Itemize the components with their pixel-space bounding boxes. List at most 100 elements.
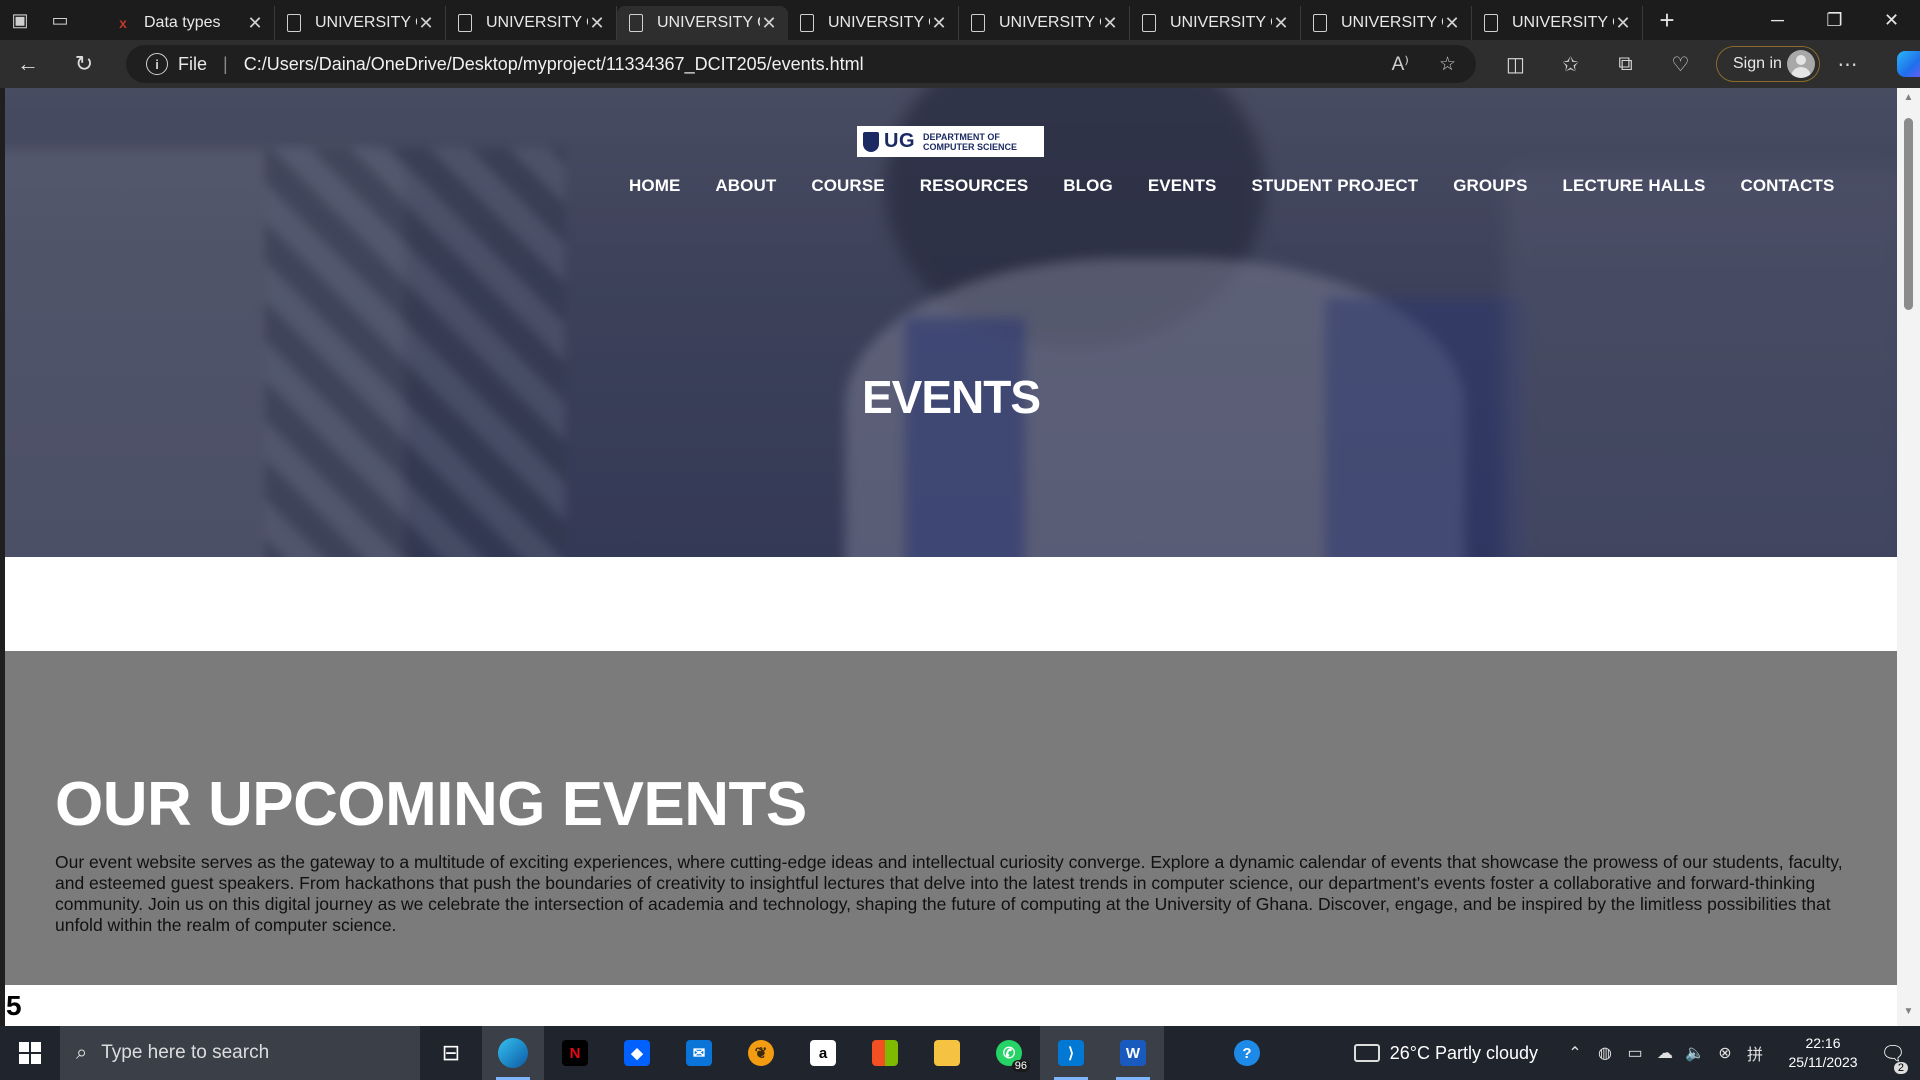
scroll-thumb[interactable]: [1904, 118, 1913, 310]
edge-icon[interactable]: [482, 1026, 544, 1080]
close-tab-icon[interactable]: ✕: [930, 13, 948, 34]
weather-widget[interactable]: 26°C Partly cloudy: [1353, 1043, 1538, 1064]
tab-list: xData types✕UNIVERSITY OF✕UNIVERSITY OF✕…: [104, 0, 1643, 40]
nav-link-student-project[interactable]: STUDENT PROJECT: [1251, 176, 1418, 196]
read-aloud-icon[interactable]: A⁾: [1392, 53, 1409, 76]
hero-title: EVENTS: [861, 371, 1041, 423]
document-icon: [1140, 13, 1158, 33]
browser-tab[interactable]: UNIVERSITY OF✕: [1301, 6, 1472, 40]
scroll-up-icon[interactable]: ▲: [1897, 92, 1920, 110]
browser-tab[interactable]: UNIVERSITY OF✕: [1472, 6, 1643, 40]
collections-icon[interactable]: ⧉: [1598, 53, 1653, 76]
nav-link-events[interactable]: EVENTS: [1148, 176, 1217, 196]
whatsapp-badge: 96: [1011, 1060, 1030, 1072]
logo-line-2: COMPUTER SCIENCE: [923, 141, 1018, 152]
hero-overlay: [5, 88, 1897, 557]
copilot-icon[interactable]: [1897, 51, 1920, 77]
nav-link-lecture-halls[interactable]: LECTURE HALLS: [1563, 176, 1706, 196]
minimize-button[interactable]: ─: [1749, 0, 1806, 40]
notification-center-icon[interactable]: 🗨 2: [1866, 1041, 1920, 1074]
close-circle-icon[interactable]: ⊗: [1710, 1043, 1740, 1063]
nav-link-contacts[interactable]: CONTACTS: [1740, 176, 1834, 196]
avatar-icon: [1787, 50, 1815, 78]
nav-link-resources[interactable]: RESOURCES: [920, 176, 1029, 196]
vscode-icon[interactable]: ⟩: [1040, 1026, 1102, 1080]
split-screen-icon[interactable]: ◫: [1488, 52, 1543, 77]
microsoft-store-icon[interactable]: [854, 1026, 916, 1080]
file-explorer-icon[interactable]: [916, 1026, 978, 1080]
help-icon[interactable]: ?: [1216, 1026, 1278, 1080]
new-tab-button[interactable]: +: [1647, 0, 1687, 40]
fl-studio-icon[interactable]: ❦: [730, 1026, 792, 1080]
document-icon: [969, 13, 987, 33]
tab-title: UNIVERSITY OF: [1341, 14, 1443, 31]
document-icon: [285, 13, 303, 33]
browser-tab[interactable]: UNIVERSITY OF✕: [275, 6, 446, 40]
main-navigation: HOME ABOUT COURSE RESOURCES BLOG EVENTS STUDEN…: [629, 176, 1834, 196]
close-tab-icon[interactable]: ✕: [1272, 13, 1290, 34]
browser-toolbar: ← ↻ i File | C:/Users/Daina/OneDrive/Des…: [0, 40, 1920, 88]
w3schools-icon: x: [119, 15, 127, 31]
nav-link-course[interactable]: COURSE: [811, 176, 884, 196]
nav-link-home[interactable]: HOME: [629, 176, 680, 196]
close-tab-icon[interactable]: ✕: [246, 13, 264, 34]
clock[interactable]: 22:16 25/11/2023: [1780, 1034, 1866, 1072]
task-view-icon[interactable]: ⊟: [420, 1026, 482, 1080]
close-tab-icon[interactable]: ✕: [1101, 13, 1119, 34]
browser-tab[interactable]: UNIVERSITY OF✕: [788, 6, 959, 40]
tab-title: UNIVERSITY OF: [999, 14, 1101, 31]
word-icon[interactable]: W: [1102, 1026, 1164, 1080]
tab-actions-icon[interactable]: ▭: [40, 0, 80, 40]
nav-link-about[interactable]: ABOUT: [715, 176, 776, 196]
page-scrollbar[interactable]: ▲ ▼: [1897, 88, 1920, 1026]
taskbar-search[interactable]: ⌕ Type here to search: [60, 1026, 420, 1080]
clock-date: 25/11/2023: [1788, 1054, 1858, 1070]
network-icon[interactable]: ☁: [1650, 1043, 1680, 1063]
close-tab-icon[interactable]: ✕: [588, 13, 606, 34]
mail-icon[interactable]: ✉: [668, 1026, 730, 1080]
web-page: UG DEPARTMENT OF COMPUTER SCIENCE HOME AB…: [5, 88, 1897, 1026]
restore-button[interactable]: ❐: [1806, 0, 1863, 40]
logo-line-1: DEPARTMENT OF: [923, 131, 1000, 142]
browser-tab[interactable]: UNIVERSITY OF✕: [1130, 6, 1301, 40]
more-options-icon[interactable]: ⋯: [1820, 52, 1875, 77]
browser-tab[interactable]: UNIVERSITY OF✕: [446, 6, 617, 40]
close-tab-icon[interactable]: ✕: [1614, 13, 1632, 34]
tab-title: UNIVERSITY OF: [657, 14, 760, 31]
back-button[interactable]: ←: [0, 44, 56, 84]
sign-in-button[interactable]: Sign in: [1716, 46, 1820, 82]
news-weather-icon: [1353, 1044, 1380, 1062]
logo-text: DEPARTMENT OF COMPUTER SCIENCE: [923, 132, 1017, 152]
url-text[interactable]: C:/Users/Daina/OneDrive/Desktop/myprojec…: [244, 54, 864, 75]
input-language-icon[interactable]: 拼: [1740, 1041, 1770, 1065]
address-bar[interactable]: i File | C:/Users/Daina/OneDrive/Desktop…: [126, 45, 1476, 83]
amazon-icon[interactable]: a: [792, 1026, 854, 1080]
meet-now-icon[interactable]: ◍: [1590, 1043, 1620, 1063]
show-hidden-icons-icon[interactable]: ⌃: [1560, 1043, 1590, 1063]
browser-tab[interactable]: UNIVERSITY OF✕: [617, 6, 788, 40]
volume-icon[interactable]: 🔈: [1680, 1043, 1710, 1063]
nav-link-blog[interactable]: BLOG: [1063, 176, 1113, 196]
site-logo[interactable]: UG DEPARTMENT OF COMPUTER SCIENCE: [857, 126, 1044, 157]
close-tab-icon[interactable]: ✕: [760, 13, 778, 34]
nav-link-groups[interactable]: GROUPS: [1453, 176, 1527, 196]
windows-start-icon[interactable]: [0, 1026, 60, 1080]
close-window-button[interactable]: ✕: [1863, 0, 1920, 40]
scroll-down-icon[interactable]: ▼: [1897, 1006, 1920, 1024]
browser-tab[interactable]: UNIVERSITY OF✕: [959, 6, 1130, 40]
tab-title: UNIVERSITY OF: [1170, 14, 1272, 31]
browser-tab[interactable]: x Data types ✕: [104, 6, 275, 40]
close-tab-icon[interactable]: ✕: [1443, 13, 1461, 34]
browser-essentials-icon[interactable]: ♡: [1653, 52, 1708, 77]
dropbox-icon[interactable]: ◆: [606, 1026, 668, 1080]
netflix-icon[interactable]: N: [544, 1026, 606, 1080]
scheme-label: File: [178, 53, 208, 74]
close-tab-icon[interactable]: ✕: [417, 13, 435, 34]
refresh-button[interactable]: ↻: [56, 44, 112, 84]
battery-icon[interactable]: ▭: [1620, 1043, 1650, 1063]
workspaces-icon[interactable]: ▣: [0, 0, 40, 40]
whatsapp-icon[interactable]: ✆ 96: [978, 1026, 1040, 1080]
favorite-star-icon[interactable]: ☆: [1439, 53, 1456, 76]
info-icon[interactable]: i: [146, 53, 168, 75]
favorites-icon[interactable]: ✩: [1543, 52, 1598, 77]
